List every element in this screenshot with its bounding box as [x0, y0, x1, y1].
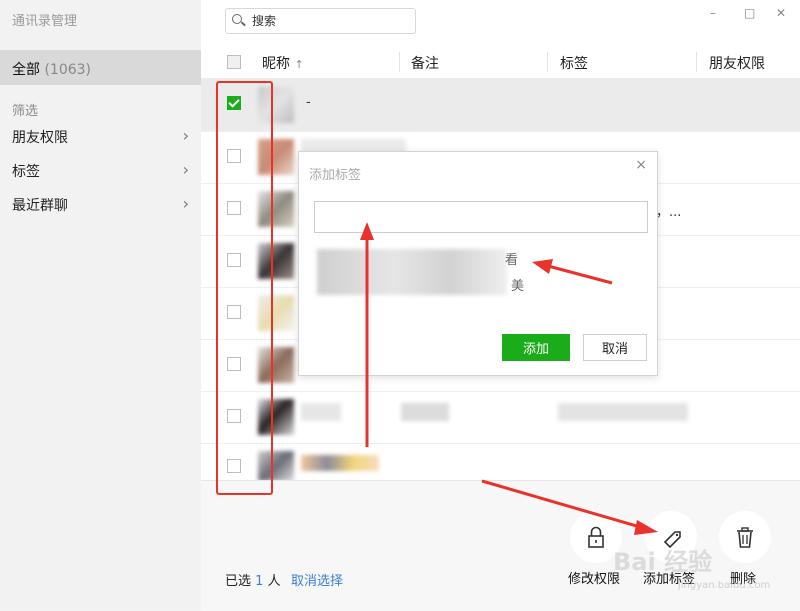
- annotation-arrowhead: [532, 259, 553, 274]
- annotation-arrow-diagonal: [481, 479, 641, 529]
- annotation-arrowhead: [360, 222, 374, 240]
- watermark-url: jingyan.baidu.com: [678, 580, 771, 591]
- annotation-arrows: [360, 222, 658, 535]
- watermark-logo: Bai 经验: [613, 548, 713, 576]
- annotation-arrow-left: [547, 264, 613, 285]
- annotation-arrowhead: [634, 520, 658, 535]
